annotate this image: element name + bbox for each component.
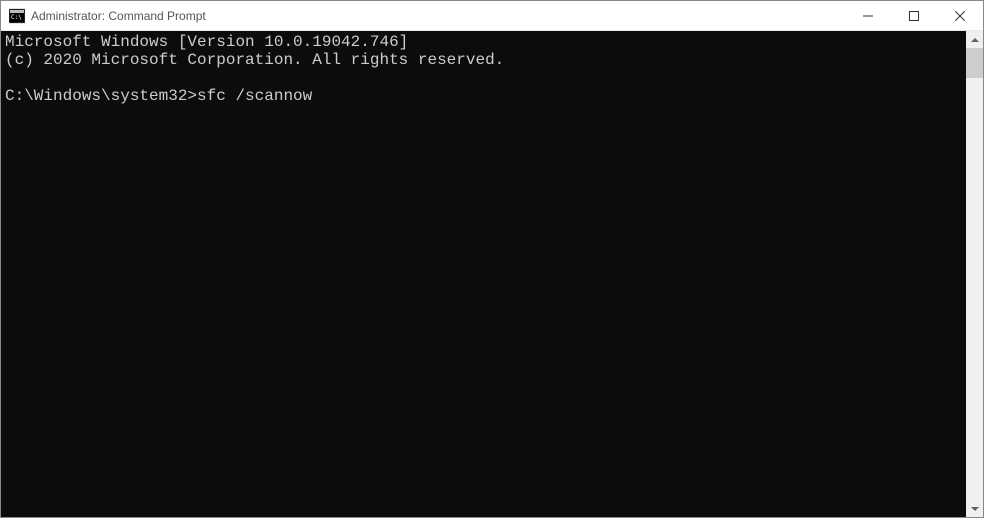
minimize-icon [863, 11, 873, 21]
minimize-button[interactable] [845, 1, 891, 30]
titlebar-left: C:\ Administrator: Command Prompt [9, 8, 206, 24]
scroll-down-arrow[interactable] [966, 500, 983, 517]
terminal-area: Microsoft Windows [Version 10.0.19042.74… [1, 31, 983, 517]
prompt-line: C:\Windows\system32>sfc /scannow [5, 87, 962, 105]
cmd-icon: C:\ [9, 8, 25, 24]
svg-text:C:\: C:\ [11, 14, 22, 21]
close-button[interactable] [937, 1, 983, 30]
vertical-scrollbar[interactable] [966, 31, 983, 517]
chevron-up-icon [971, 38, 979, 42]
blank-line [5, 69, 962, 87]
maximize-icon [909, 11, 919, 21]
scroll-up-arrow[interactable] [966, 31, 983, 48]
version-line: Microsoft Windows [Version 10.0.19042.74… [5, 33, 962, 51]
copyright-line: (c) 2020 Microsoft Corporation. All righ… [5, 51, 962, 69]
command-prompt-window: C:\ Administrator: Command Prompt [0, 0, 984, 518]
window-controls [845, 1, 983, 30]
terminal-content[interactable]: Microsoft Windows [Version 10.0.19042.74… [1, 31, 966, 517]
close-icon [955, 11, 965, 21]
titlebar[interactable]: C:\ Administrator: Command Prompt [1, 1, 983, 31]
scroll-thumb[interactable] [966, 48, 983, 78]
command-input[interactable]: sfc /scannow [197, 87, 312, 105]
chevron-down-icon [971, 507, 979, 511]
maximize-button[interactable] [891, 1, 937, 30]
prompt-path: C:\Windows\system32> [5, 87, 197, 105]
window-title: Administrator: Command Prompt [31, 9, 206, 23]
